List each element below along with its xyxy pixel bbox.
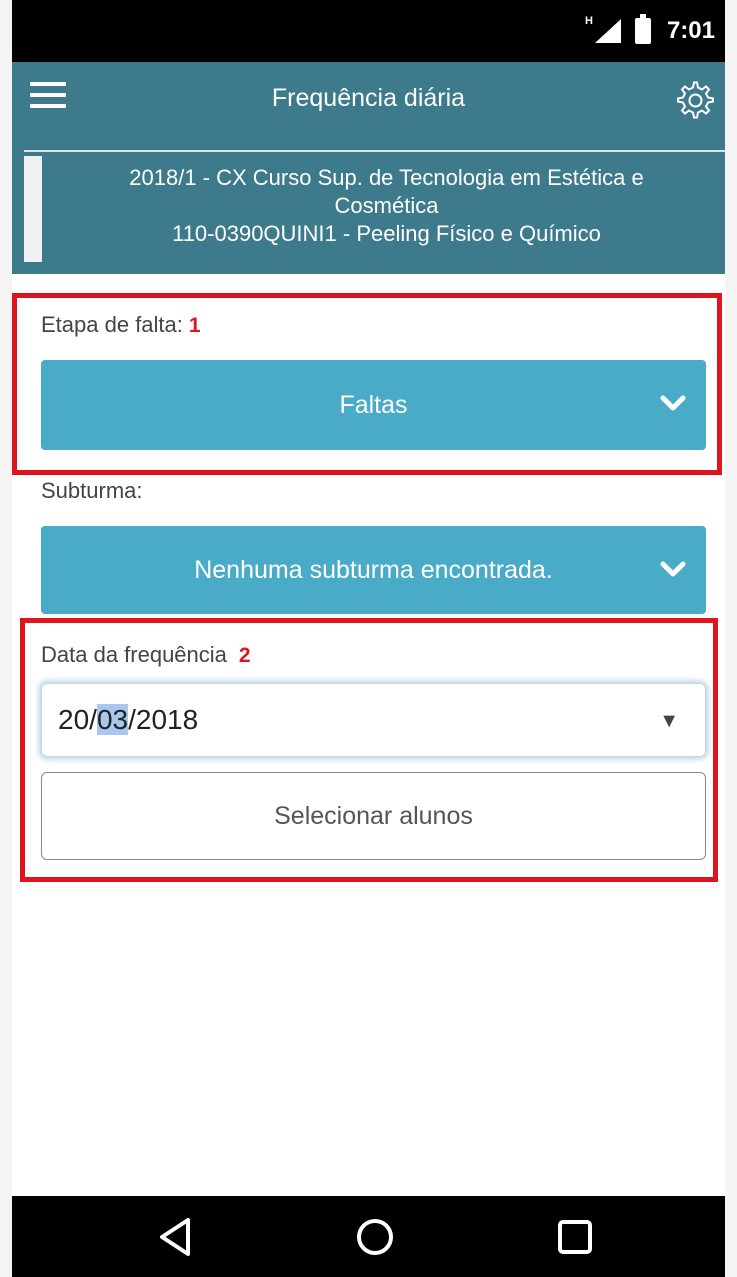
page-title: Frequência diária xyxy=(271,84,466,112)
course-line-1: 2018/1 - CX Curso Sup. de Tecnologia em … xyxy=(129,165,644,190)
battery-icon xyxy=(634,14,651,44)
etapa-dropdown[interactable]: Faltas xyxy=(41,360,706,450)
network-type: H xyxy=(584,15,593,27)
date-month[interactable]: 03 xyxy=(96,704,129,735)
back-icon[interactable] xyxy=(154,1214,200,1260)
screen-frame-left xyxy=(0,0,12,1277)
date-label-text: Data da frequência xyxy=(41,642,227,667)
subturma-selected: Nenhuma subturma encontrada. xyxy=(194,555,553,584)
date-day[interactable]: 20 xyxy=(58,704,89,735)
gear-icon[interactable] xyxy=(673,78,717,122)
etapa-label-text: Etapa de falta: xyxy=(41,312,183,337)
course-marker xyxy=(24,156,42,262)
subturma-dropdown[interactable]: Nenhuma subturma encontrada. xyxy=(41,526,706,614)
course-text: 2018/1 - CX Curso Sup. de Tecnologia em … xyxy=(48,164,725,248)
annotation-marker-1: 1 xyxy=(188,314,201,337)
appbar-divider xyxy=(24,150,725,152)
home-icon[interactable] xyxy=(352,1214,398,1260)
date-input[interactable]: 20/03/2018 ▼ xyxy=(41,683,706,757)
etapa-label: Etapa de falta: 1 xyxy=(41,312,201,338)
date-separator: / xyxy=(89,704,97,735)
signal-icon: H xyxy=(585,15,621,43)
date-year[interactable]: 2018 xyxy=(136,704,198,735)
recents-icon[interactable] xyxy=(552,1214,598,1260)
select-students-button[interactable]: Selecionar alunos xyxy=(41,772,706,860)
status-bar: H 7:01 xyxy=(12,0,725,62)
chevron-down-icon xyxy=(660,556,686,585)
app-bar: Frequência diária 2018/1 - CX Curso Sup.… xyxy=(12,62,725,274)
dropdown-arrow-icon[interactable]: ▼ xyxy=(659,710,679,733)
status-time: 7:01 xyxy=(666,17,715,44)
screen-frame-right xyxy=(725,0,737,1277)
date-label: Data da frequência 2 xyxy=(41,642,251,668)
course-line-2: Cosmética xyxy=(334,193,439,218)
etapa-selected: Faltas xyxy=(339,390,408,419)
course-info: 2018/1 - CX Curso Sup. de Tecnologia em … xyxy=(24,156,725,266)
course-line-3: 110-0390QUINI1 - Peeling Físico e Químic… xyxy=(172,221,601,246)
chevron-down-icon xyxy=(660,390,686,419)
date-value: 20/03/2018 xyxy=(58,704,198,736)
date-separator: / xyxy=(128,704,136,735)
navigation-bar xyxy=(12,1196,725,1277)
subturma-label: Subturma: xyxy=(41,478,143,503)
annotation-marker-2: 2 xyxy=(238,644,251,667)
